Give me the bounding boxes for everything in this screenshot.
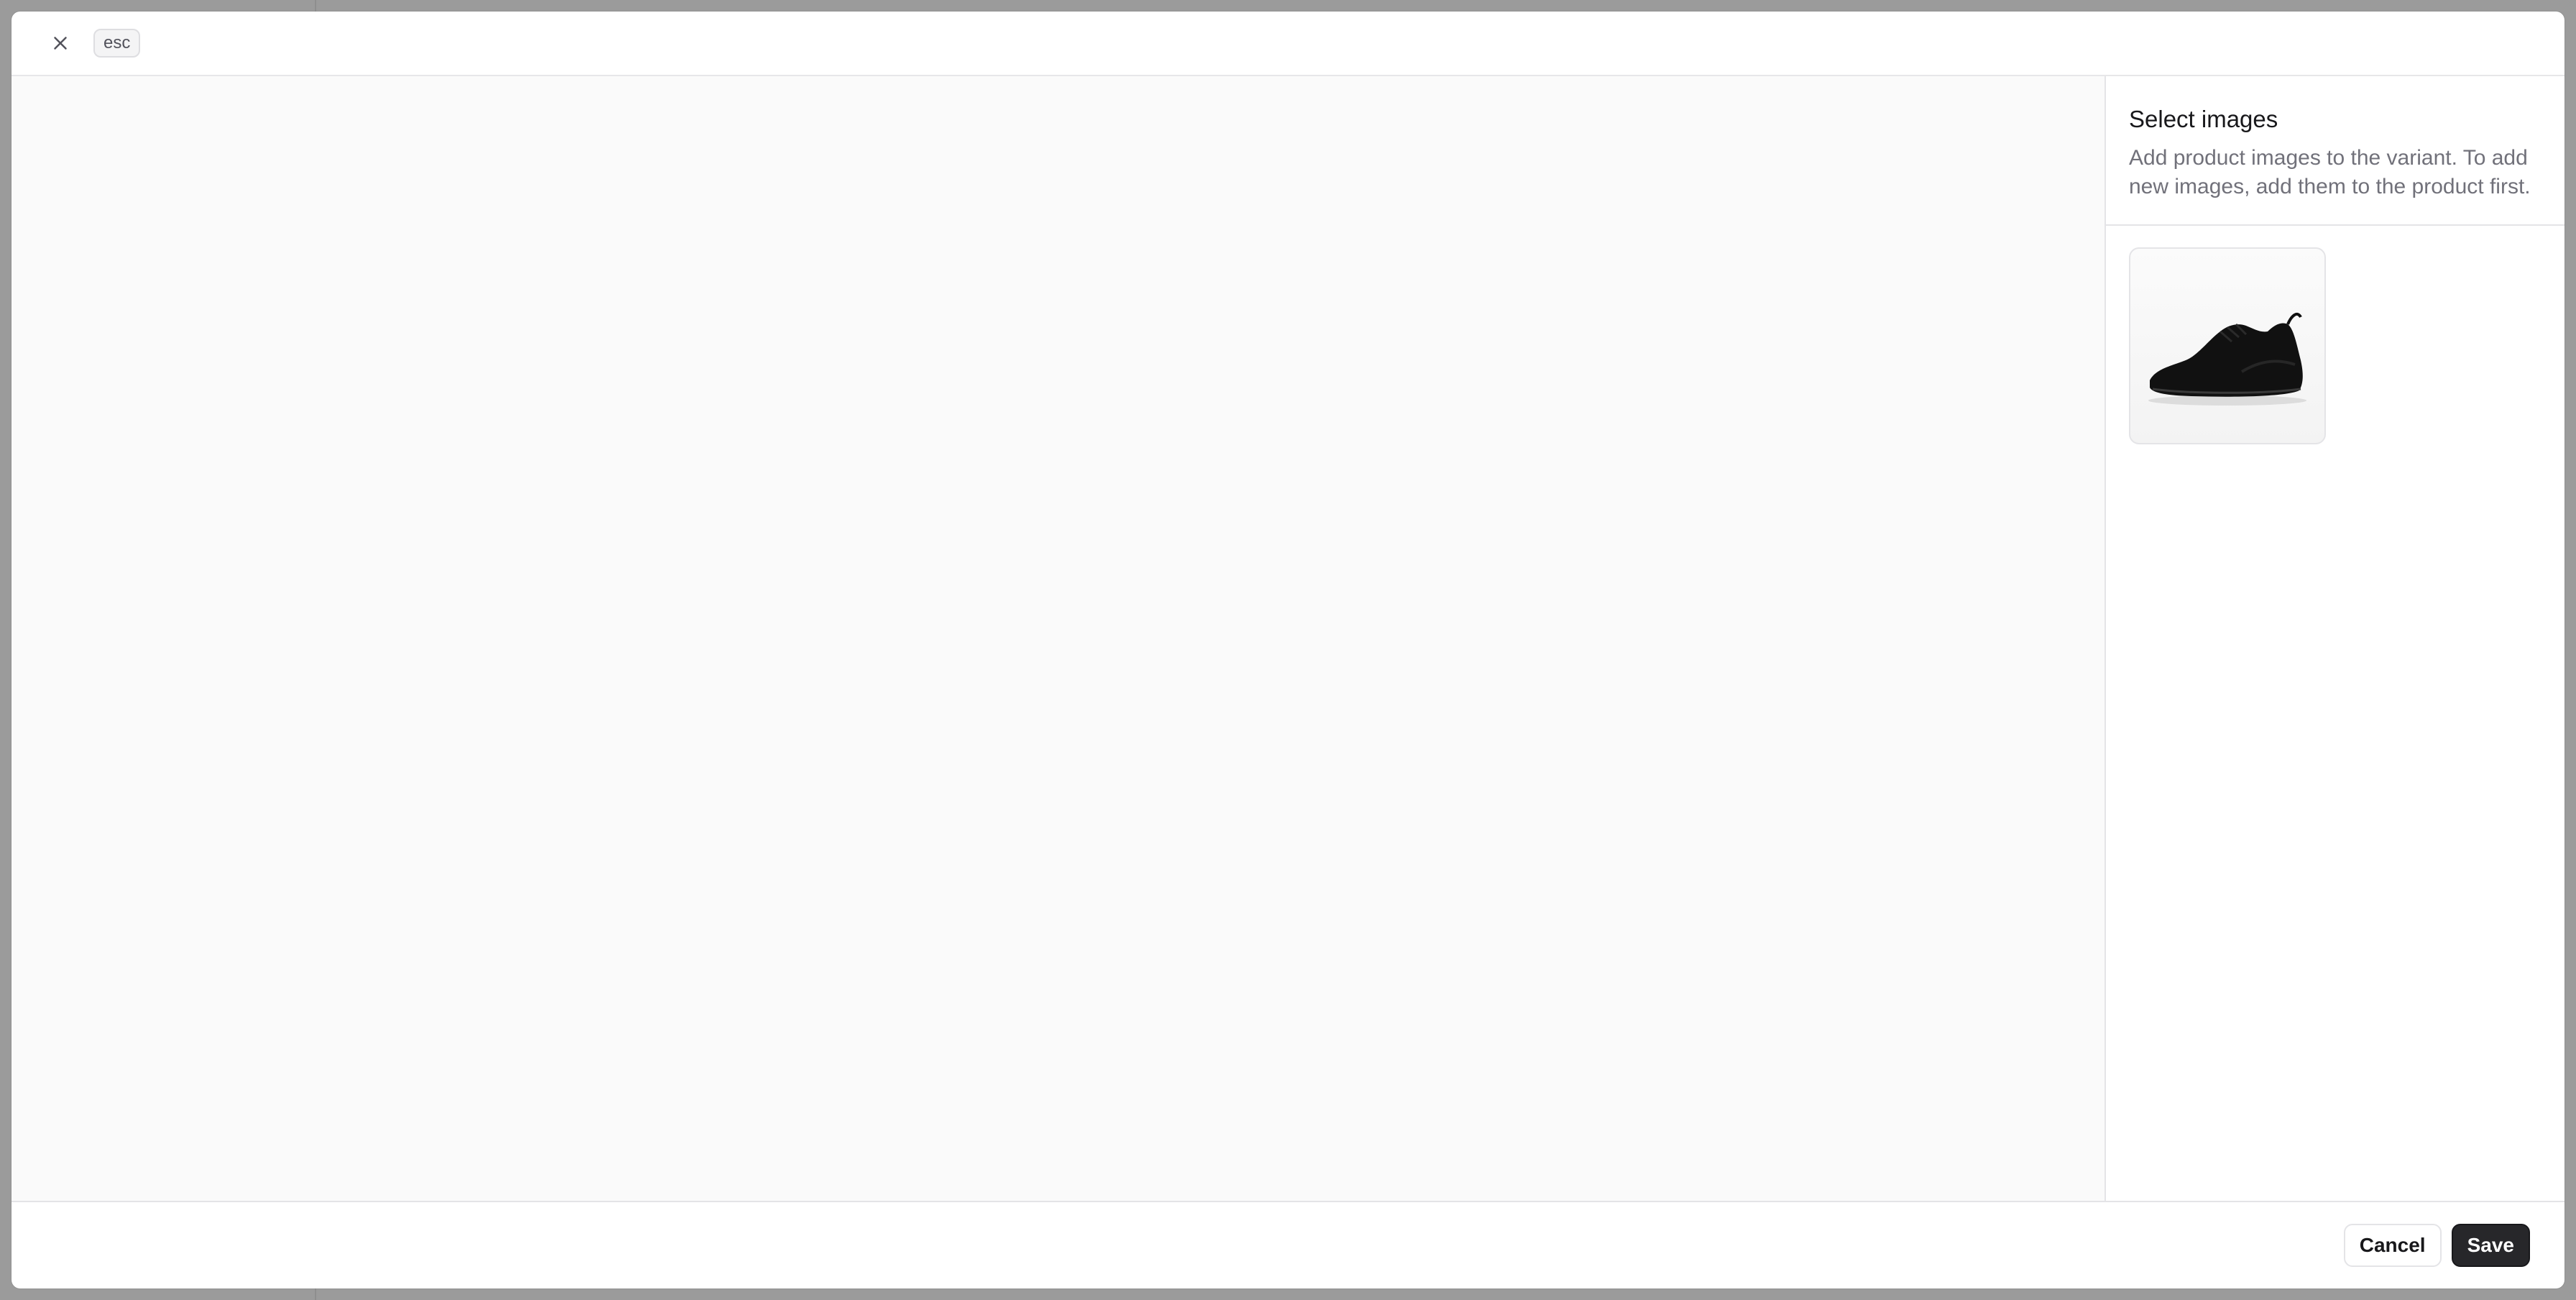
esc-shortcut-badge: esc	[93, 29, 141, 58]
variant-images-modal: esc Select images Add product images to …	[12, 12, 2564, 1288]
image-grid	[2106, 226, 2564, 466]
modal-footer: Cancel Save	[12, 1201, 2564, 1288]
shoe-image	[2148, 312, 2306, 406]
modal-body: Select images Add product images to the …	[12, 76, 2564, 1201]
panel-description: Add product images to the variant. To ad…	[2129, 146, 2531, 198]
close-button[interactable]	[42, 24, 79, 62]
panel-heading: Select images Add product images to the …	[2106, 76, 2564, 226]
save-button[interactable]: Save	[2451, 1224, 2530, 1267]
canvas-area	[12, 76, 2104, 1201]
image-thumbnail[interactable]	[2129, 247, 2326, 444]
panel-title: Select images	[2129, 106, 2278, 132]
close-icon	[54, 37, 67, 50]
modal-header: esc	[12, 12, 2564, 76]
select-images-panel: Select images Add product images to the …	[2104, 76, 2564, 1201]
cancel-button[interactable]: Cancel	[2343, 1224, 2442, 1267]
